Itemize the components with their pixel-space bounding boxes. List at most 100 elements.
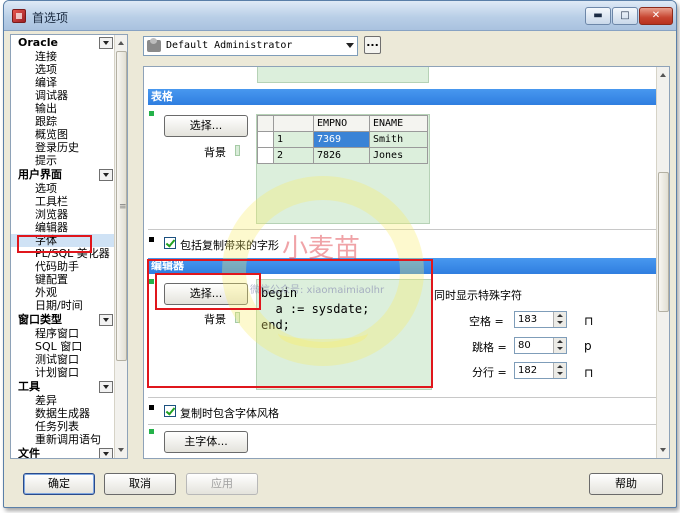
user-select[interactable]: Default Administrator: [143, 36, 358, 56]
users-icon: [147, 38, 161, 52]
sidebar-item-options[interactable]: 选项: [11, 63, 115, 76]
linebreak-glyph: ⊓: [584, 366, 594, 380]
chevron-down-icon[interactable]: [99, 169, 113, 181]
table-cell: [257, 147, 274, 164]
sidebar-item-output[interactable]: 输出: [11, 102, 115, 115]
section-title: 工具: [18, 380, 40, 393]
linebreak-value: 182: [518, 365, 538, 376]
sidebar-item-recall-statement[interactable]: 重新调用语句: [11, 433, 115, 446]
table-header-cell: [273, 115, 314, 132]
linebreak-label: 分行 =: [472, 366, 507, 379]
sidebar-item-plan-window[interactable]: 计划窗口: [11, 366, 115, 379]
green-marker-icon: [149, 111, 154, 116]
settings-scrollbar[interactable]: [656, 67, 669, 458]
user-more-button[interactable]: ...: [364, 36, 381, 54]
help-button[interactable]: 帮助: [589, 473, 663, 495]
main-font-button[interactable]: 主字体...: [164, 431, 248, 453]
tab-stepper[interactable]: 80: [514, 337, 567, 354]
table-row: 2 7826 Jones: [257, 147, 428, 164]
scroll-down-icon[interactable]: [116, 444, 127, 456]
sidebar-item-debugger[interactable]: 调试器: [11, 89, 115, 102]
sidebar-item-key-config[interactable]: 键配置: [11, 273, 115, 286]
black-marker-icon: [149, 405, 154, 410]
sidebar-item-task-list[interactable]: 任务列表: [11, 420, 115, 433]
sidebar-scrollbar[interactable]: ≡: [114, 35, 127, 458]
chevron-down-icon[interactable]: [99, 448, 113, 458]
preview-top: [257, 67, 429, 83]
sidebar-item-editor[interactable]: 编辑器: [11, 221, 115, 234]
scroll-thumb[interactable]: [658, 172, 669, 312]
scroll-down-icon[interactable]: [658, 444, 669, 456]
space-value: 183: [518, 314, 538, 325]
space-stepper[interactable]: 183: [514, 311, 567, 328]
space-glyph: ⊓: [584, 314, 594, 328]
section-title: Oracle: [18, 36, 58, 49]
sidebar-section-window-types[interactable]: 窗口类型: [11, 313, 115, 327]
tab-glyph: p: [584, 339, 592, 353]
sidebar-item-sql-window[interactable]: SQL 窗口: [11, 340, 115, 353]
section-title: 文件: [18, 447, 40, 459]
table-section-header: 表格: [148, 89, 658, 105]
sidebar-section-tools[interactable]: 工具: [11, 380, 115, 394]
spin-arrows-icon[interactable]: [553, 312, 566, 327]
copy-header-checkbox[interactable]: [164, 237, 176, 249]
sidebar-item-compile[interactable]: 编译: [11, 76, 115, 89]
sidebar-item-test-window[interactable]: 测试窗口: [11, 353, 115, 366]
sidebar-item-hints[interactable]: 提示: [11, 154, 115, 167]
copy-font-checkbox[interactable]: [164, 405, 176, 417]
scroll-up-icon[interactable]: [658, 69, 669, 81]
close-button[interactable]: ✕: [639, 7, 673, 25]
space-label: 空格 =: [469, 315, 504, 328]
copy-font-label: 复制时包含字体风格: [180, 407, 279, 420]
table-cell: [257, 131, 274, 148]
cancel-button[interactable]: 取消: [104, 473, 176, 495]
sidebar-item-browser[interactable]: 浏览器: [11, 208, 115, 221]
user-select-value: Default Administrator: [166, 40, 293, 51]
table-header-cell: EMPNO: [313, 115, 370, 132]
black-marker-icon: [149, 237, 154, 242]
table-bg-label: 背景: [204, 146, 226, 159]
sidebar-item-program-window[interactable]: 程序窗口: [11, 327, 115, 340]
table-header-row: EMPNO ENAME: [257, 115, 428, 132]
table-cell: Jones: [369, 147, 428, 164]
chevron-down-icon[interactable]: [346, 43, 354, 48]
sidebar-item-ui-options[interactable]: 选项: [11, 182, 115, 195]
sidebar-section-ui[interactable]: 用户界面: [11, 168, 115, 182]
table-cell: 1: [273, 131, 314, 148]
apply-button[interactable]: 应用: [186, 473, 258, 495]
app-icon: [12, 9, 26, 23]
minimize-button[interactable]: ▬: [585, 7, 611, 25]
sidebar-item-data-generator[interactable]: 数据生成器: [11, 407, 115, 420]
table-cell: 7369: [313, 131, 370, 148]
sidebar-item-profiler[interactable]: 概览图: [11, 128, 115, 141]
chevron-down-icon[interactable]: [99, 314, 113, 326]
sidebar-item-logon-history[interactable]: 登录历史: [11, 141, 115, 154]
table-choose-button[interactable]: 选择...: [164, 115, 248, 137]
chevron-down-icon[interactable]: [99, 381, 113, 393]
tab-label: 跳格 =: [472, 341, 507, 354]
table-cell: Smith: [369, 131, 428, 148]
spin-arrows-icon[interactable]: [553, 363, 566, 378]
sidebar-item-trace[interactable]: 跟踪: [11, 115, 115, 128]
grip-icon: ≡: [119, 202, 127, 212]
scroll-thumb[interactable]: ≡: [116, 51, 127, 361]
linebreak-stepper[interactable]: 182: [514, 362, 567, 379]
sidebar-item-code-assistant[interactable]: 代码助手: [11, 260, 115, 273]
sidebar-item-diff[interactable]: 差异: [11, 394, 115, 407]
maximize-button[interactable]: □: [612, 7, 638, 25]
spin-arrows-icon[interactable]: [553, 338, 566, 353]
divider: [148, 397, 658, 398]
sidebar-item-connection[interactable]: 连接: [11, 50, 115, 63]
scroll-up-icon[interactable]: [116, 37, 127, 49]
title-bar: 首选项 ▬ □ ✕: [4, 1, 676, 31]
table-cell: 7826: [313, 147, 370, 164]
sidebar-section-oracle[interactable]: Oracle: [11, 36, 115, 50]
ok-button[interactable]: 确定: [23, 473, 95, 495]
green-marker-icon: [149, 429, 154, 434]
sidebar-item-date-time[interactable]: 日期/时间: [11, 299, 115, 312]
sidebar-item-appearance[interactable]: 外观: [11, 286, 115, 299]
table-bg-swatch[interactable]: [235, 145, 240, 156]
chevron-down-icon[interactable]: [99, 37, 113, 49]
sidebar-item-toolbar[interactable]: 工具栏: [11, 195, 115, 208]
sidebar-section-files[interactable]: 文件: [11, 447, 115, 459]
